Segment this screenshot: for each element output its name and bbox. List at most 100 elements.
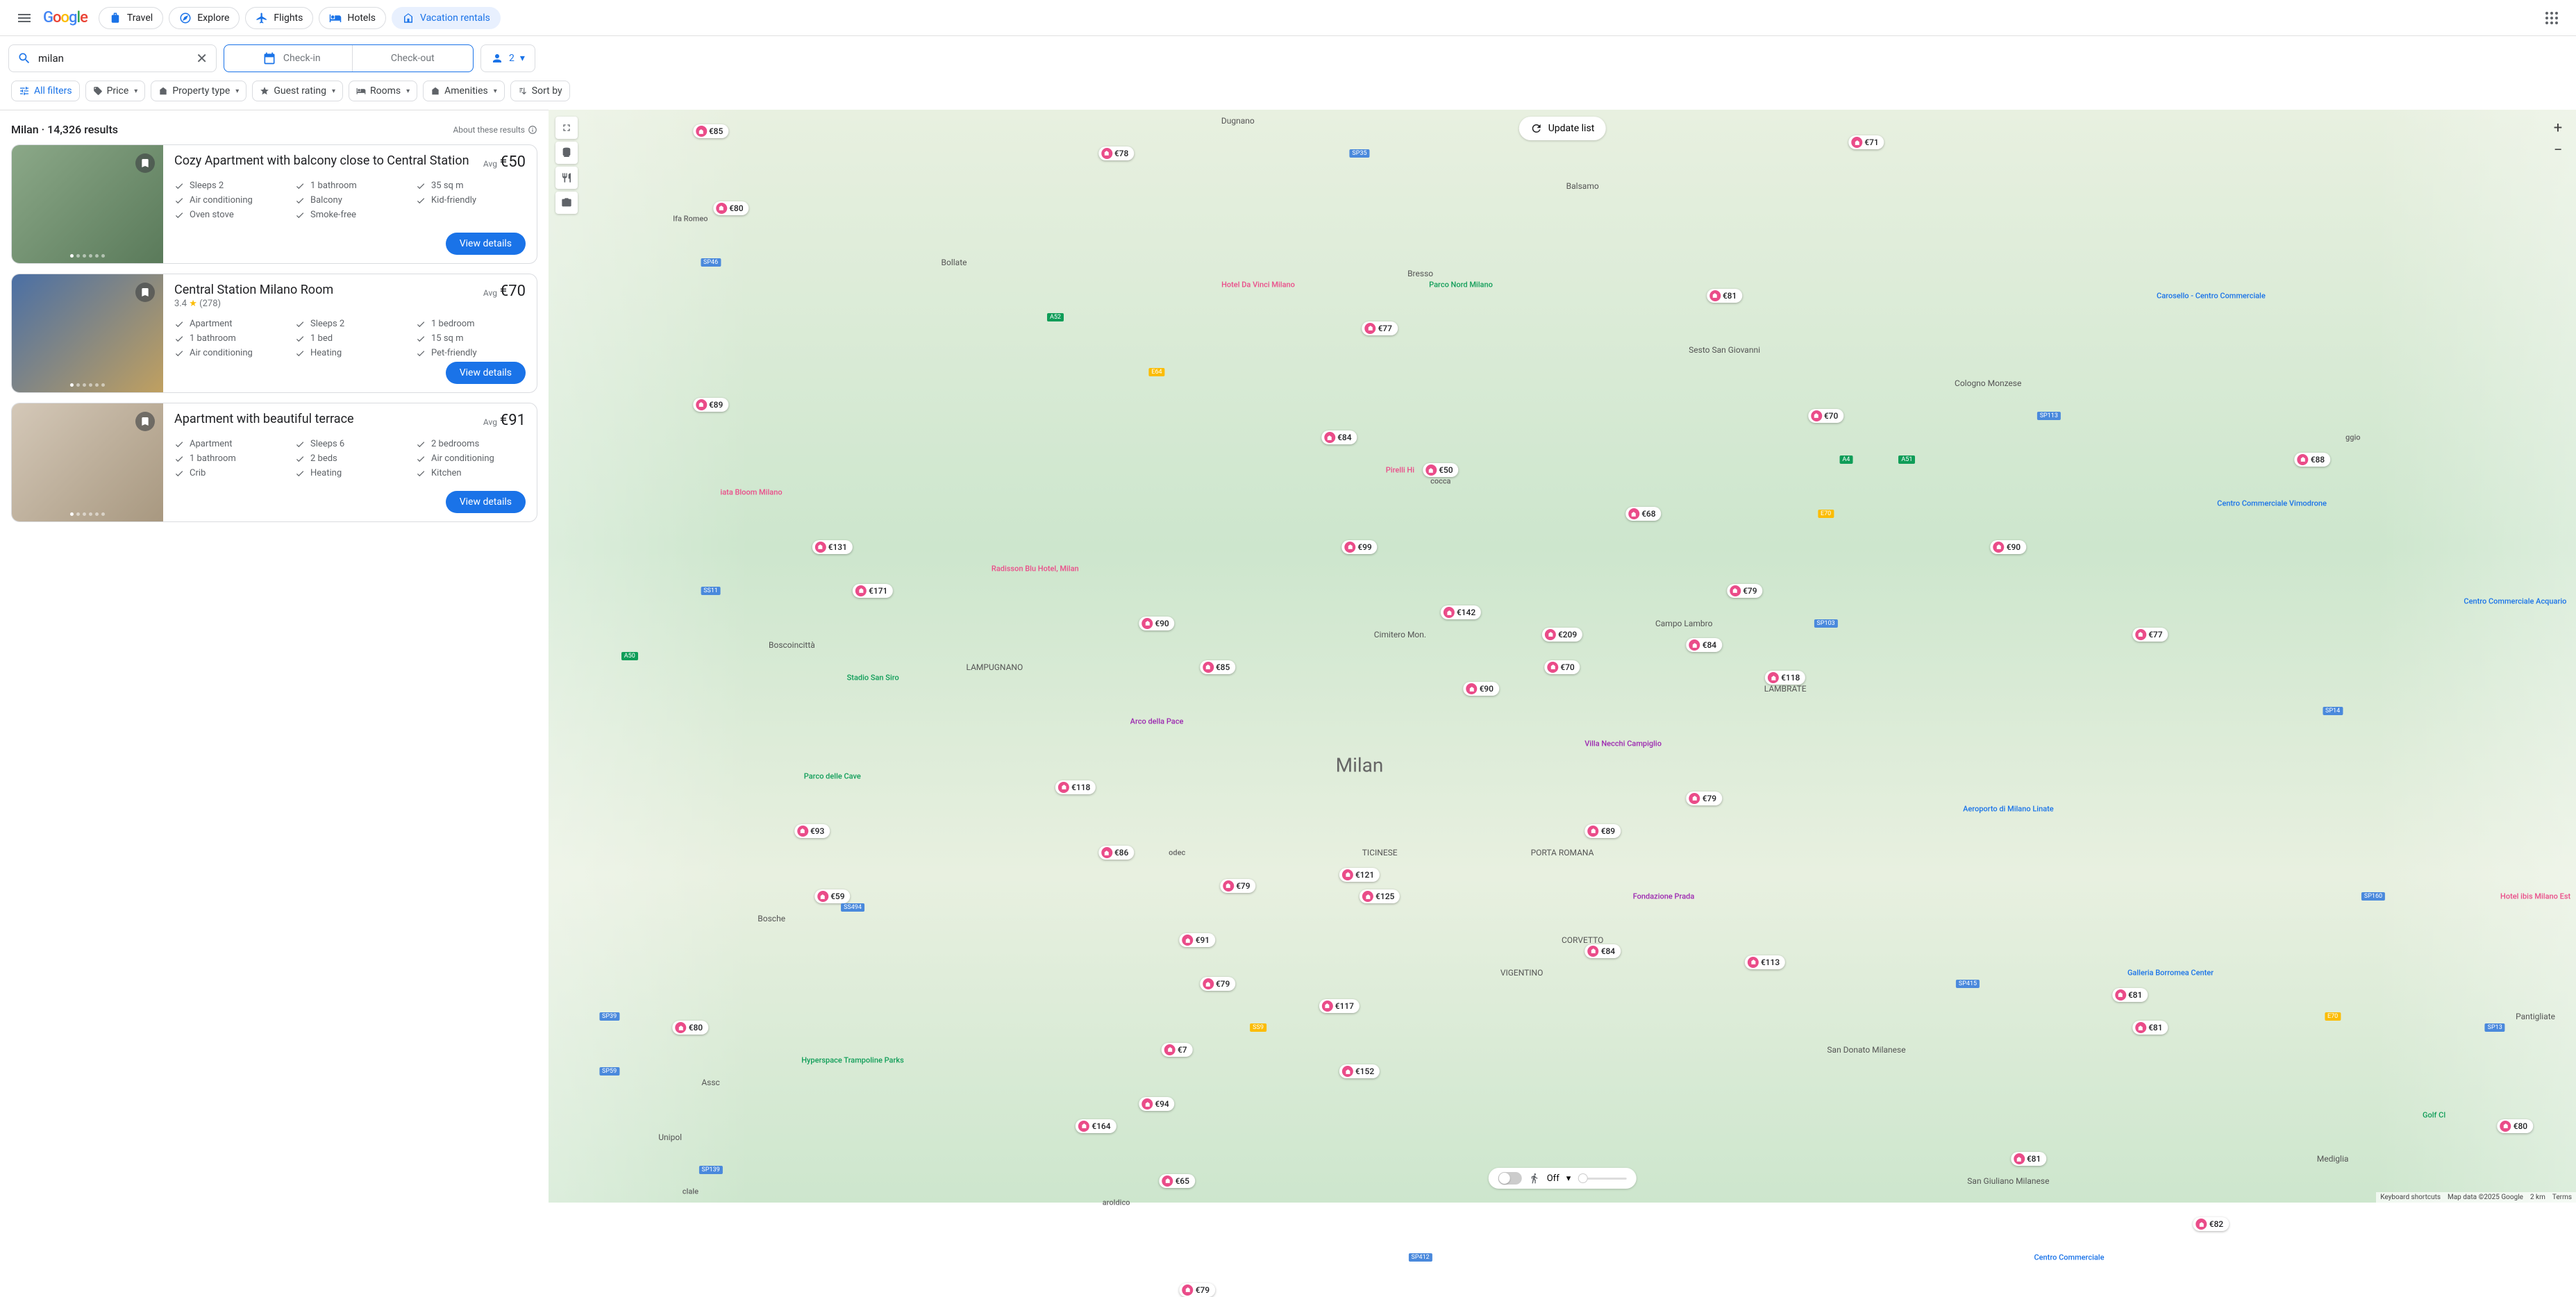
price-marker[interactable]: €59 [814,889,850,903]
view-details-button[interactable]: View details [446,491,526,513]
price-marker[interactable]: €142 [1441,605,1481,619]
poi-label[interactable]: Centro Commerciale Acquario [2464,597,2566,606]
price-marker[interactable]: €85 [693,124,728,138]
price-marker[interactable]: €118 [1055,780,1096,794]
google-apps-icon[interactable] [2539,5,2565,31]
poi-label[interactable]: Fondazione Prada [1633,892,1695,901]
price-marker[interactable]: €84 [1687,638,1722,652]
nav-travel[interactable]: Travel [99,7,163,29]
save-button[interactable] [135,283,155,302]
price-marker[interactable]: €113 [1745,955,1785,969]
terms-link[interactable]: Terms [2552,1194,2572,1201]
price-marker[interactable]: €70 [1544,660,1580,674]
price-marker[interactable]: €80 [713,201,748,215]
price-marker[interactable]: €79 [1200,977,1235,991]
listing-image[interactable] [12,274,163,392]
price-marker[interactable]: €89 [693,398,728,412]
nav-explore[interactable]: Explore [169,7,240,29]
poi-label[interactable]: Centro Commerciale [2034,1253,2104,1262]
price-marker[interactable]: €81 [2011,1152,2046,1166]
destination-search[interactable]: ✕ [8,44,217,72]
poi-label[interactable]: Galleria Borromea Center [2127,969,2214,978]
poi-label[interactable]: Stadio San Siro [847,673,899,683]
poi-label[interactable]: ggio [2345,433,2361,442]
keyboard-shortcuts-link[interactable]: Keyboard shortcuts [2380,1194,2441,1201]
clear-icon[interactable]: ✕ [196,50,208,67]
price-marker[interactable]: €118 [1765,671,1805,685]
save-button[interactable] [135,412,155,431]
rooms-filter[interactable]: Rooms ▾ [349,81,417,101]
poi-label[interactable]: Hotel ibis Milano Est [2500,892,2570,901]
price-marker[interactable]: €79 [1220,879,1255,893]
price-marker[interactable]: €65 [1159,1174,1194,1188]
checkin-field[interactable]: Check-in [224,45,353,72]
poi-label[interactable]: Arco della Pace [1130,717,1184,726]
poi-label[interactable]: Carosello - Centro Commerciale [2157,291,2266,300]
price-filter[interactable]: Price ▾ [85,81,146,101]
price-marker[interactable]: €209 [1542,628,1582,642]
price-marker[interactable]: €93 [794,824,830,838]
nav-flights[interactable]: Flights [245,7,313,29]
price-marker[interactable]: €171 [853,584,893,598]
poi-label[interactable]: lfa Romeo [673,215,708,224]
listing-image[interactable] [12,145,163,263]
about-results-link[interactable]: About these results [453,125,537,135]
price-marker[interactable]: €117 [1319,999,1360,1013]
google-logo[interactable]: Google [43,9,87,26]
poi-label[interactable]: iata Bloom Milano [720,487,782,496]
price-marker[interactable]: €81 [2112,988,2148,1002]
view-details-button[interactable]: View details [446,233,526,255]
menu-icon[interactable] [11,7,37,29]
price-marker[interactable]: €78 [1098,147,1134,160]
checkout-field[interactable]: Check-out [353,45,474,72]
guest-rating-filter[interactable]: Guest rating ▾ [252,81,343,101]
price-marker[interactable]: €82 [2193,1217,2229,1231]
price-marker[interactable]: €86 [1098,846,1134,860]
price-marker[interactable]: €131 [812,540,853,554]
price-marker[interactable]: €77 [2132,628,2168,642]
view-details-button[interactable]: View details [446,362,526,384]
poi-label[interactable]: Parco Nord Milano [1429,280,1493,289]
listing-image[interactable] [12,403,163,521]
price-marker[interactable]: €70 [1808,409,1843,423]
price-marker[interactable]: €79 [1180,1283,1215,1297]
poi-label[interactable]: Hotel Da Vinci Milano [1221,280,1295,289]
price-marker[interactable]: €71 [1848,135,1884,149]
layers-toggle[interactable] [1498,1172,1522,1185]
poi-label[interactable]: Pirelli Hi [1386,466,1414,475]
nav-vacation-rentals[interactable]: Vacation rentals [392,7,501,29]
all-filters-button[interactable]: All filters [11,81,80,101]
price-marker[interactable]: €91 [1180,933,1215,947]
amenities-filter[interactable]: Amenities ▾ [423,81,505,101]
price-marker[interactable]: €125 [1360,889,1400,903]
price-marker[interactable]: €85 [1200,660,1235,674]
property-type-filter[interactable]: Property type ▾ [151,81,246,101]
poi-label[interactable]: clale [683,1187,699,1196]
time-slider[interactable] [1578,1178,1626,1180]
price-marker[interactable]: €80 [2498,1119,2533,1133]
price-marker[interactable]: €90 [1463,682,1498,696]
price-marker[interactable]: €79 [1687,792,1722,805]
date-range-picker[interactable]: Check-in Check-out [224,44,474,72]
listing-card[interactable]: Apartment with beautiful terrace Avg €91… [11,403,537,522]
price-marker[interactable]: €94 [1139,1097,1174,1111]
nav-hotels[interactable]: Hotels [319,7,386,29]
poi-label[interactable]: Hyperspace Trampoline Parks [801,1056,904,1065]
price-marker[interactable]: €90 [1139,617,1174,630]
price-marker[interactable]: €81 [1707,289,1742,303]
price-marker[interactable]: €89 [1585,824,1621,838]
price-marker[interactable]: €164 [1076,1119,1116,1133]
price-marker[interactable]: €84 [1321,430,1357,444]
poi-label[interactable]: cocca [1430,477,1450,486]
price-marker[interactable]: €81 [2132,1021,2168,1035]
price-marker[interactable]: €99 [1341,540,1377,554]
guests-picker[interactable]: 2 ▾ [480,44,535,72]
destination-input[interactable] [31,52,196,65]
price-marker[interactable]: €77 [1362,321,1397,335]
poi-label[interactable]: Villa Necchi Campiglio [1584,739,1662,748]
price-marker[interactable]: €80 [673,1021,708,1035]
listing-card[interactable]: Central Station Milano Room 3.4 ★ (278) … [11,274,537,393]
price-marker[interactable]: €121 [1339,868,1380,882]
price-marker[interactable]: €79 [1727,584,1762,598]
listing-card[interactable]: Cozy Apartment with balcony close to Cen… [11,144,537,264]
